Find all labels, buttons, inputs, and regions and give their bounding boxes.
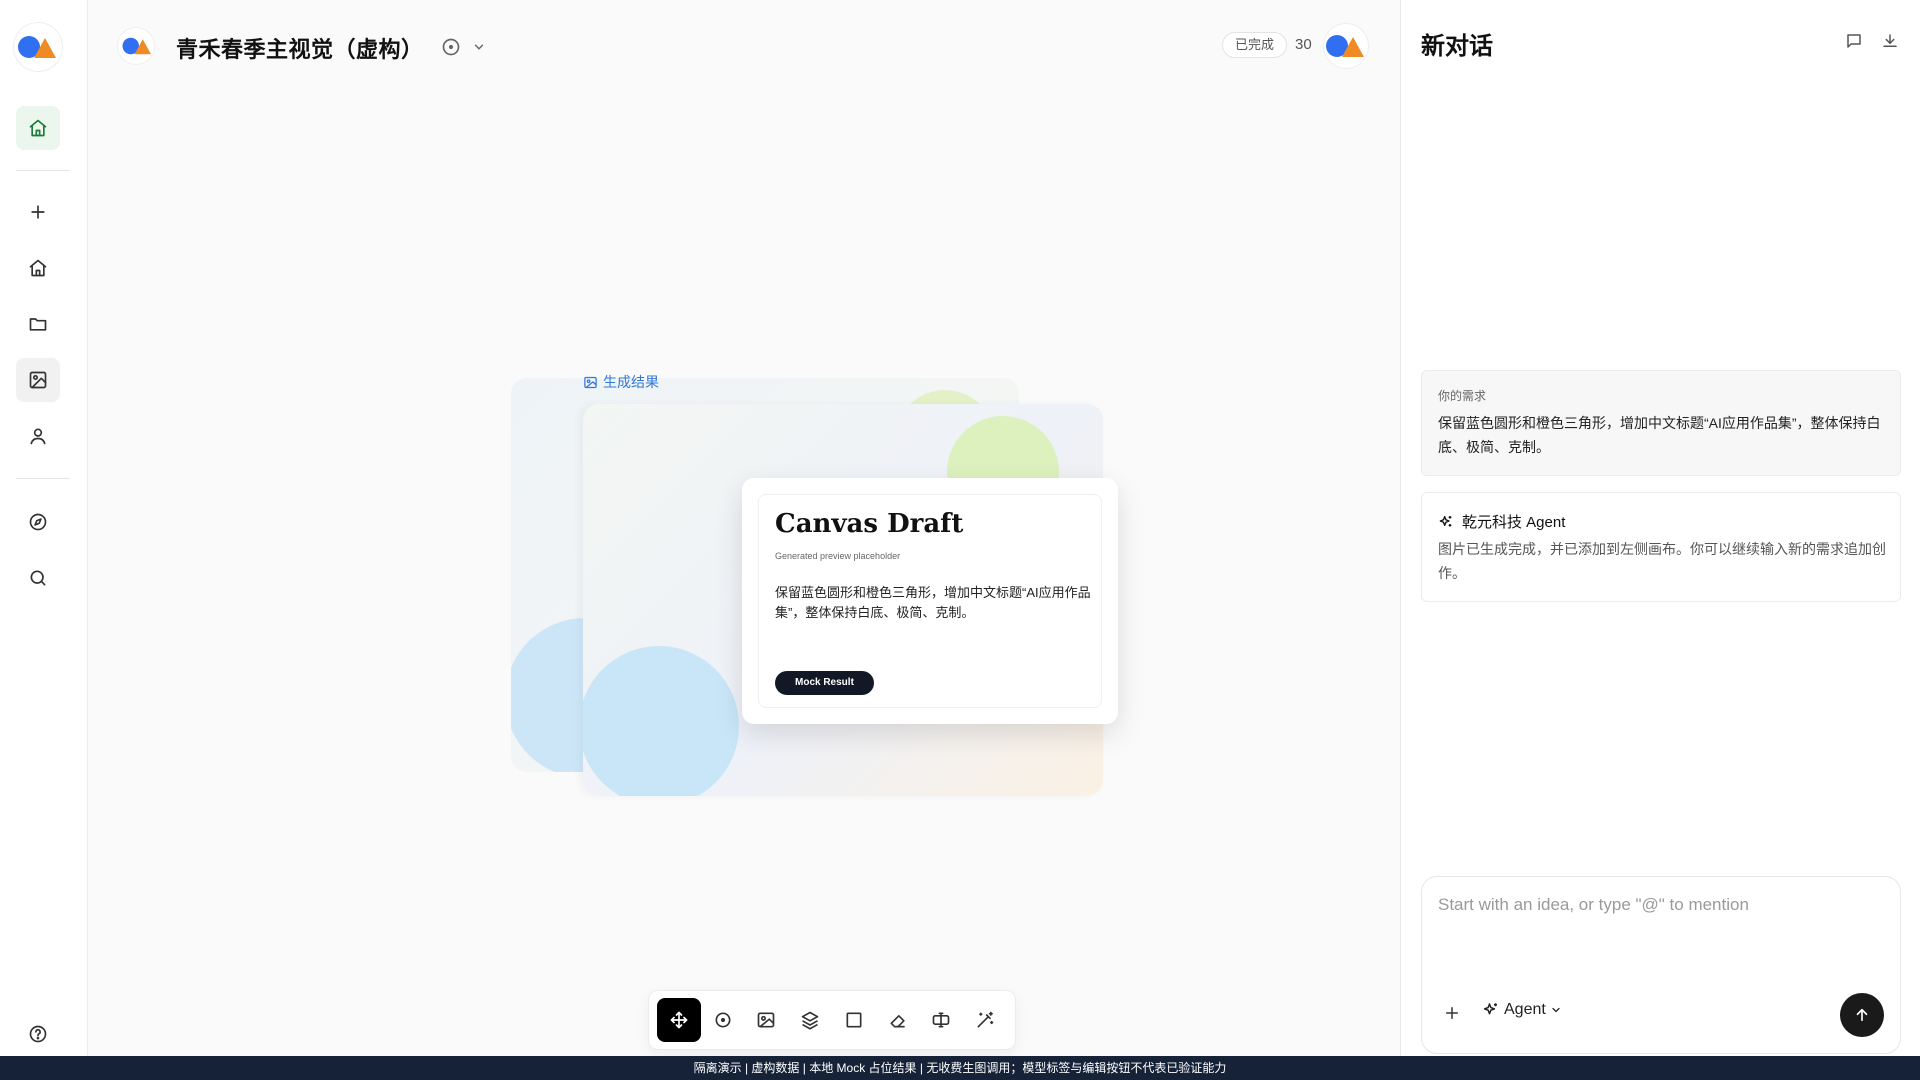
chevron-down-icon — [474, 44, 484, 50]
home-icon — [29, 259, 47, 277]
download-button[interactable] — [1877, 28, 1903, 54]
draft-card[interactable]: Canvas Draft Generated preview placehold… — [742, 478, 1118, 724]
image-icon — [758, 1012, 775, 1028]
logo-icon — [18, 35, 58, 59]
agent-mode-label: Agent — [1504, 1001, 1546, 1018]
agent-name: 乾元科技 Agent — [1438, 511, 1565, 532]
credit-count: 30 — [1295, 36, 1312, 53]
avatar[interactable] — [1324, 24, 1368, 68]
user-message: 你的需求 保留蓝色圆形和橙色三角形，增加中文标题“AI应用作品集”，整体保持白底… — [1421, 370, 1901, 476]
circle-dot-icon — [442, 38, 460, 56]
compass-icon — [29, 513, 47, 531]
draft-title: Canvas Draft — [775, 509, 964, 539]
chevron-down-icon — [1552, 1007, 1560, 1013]
rail-divider — [16, 478, 70, 479]
canvas-topbar: 青禾春季主视觉（虚构） 已完成 30 — [88, 0, 1400, 92]
logo-icon — [122, 37, 151, 55]
plus-icon — [31, 205, 45, 219]
help-icon — [29, 1025, 47, 1043]
sparkles-icon — [1483, 1003, 1497, 1015]
draft-card-inner: Canvas Draft Generated preview placehold… — [758, 494, 1102, 708]
sparkles-icon — [1439, 515, 1452, 527]
left-rail — [0, 0, 88, 1056]
generated-result-label[interactable]: 生成结果 — [583, 372, 659, 392]
draft-body: 保留蓝色圆形和橙色三角形，增加中文标题“AI应用作品集”，整体保持白底、极简、克… — [775, 585, 1091, 620]
eraser-tool[interactable] — [876, 998, 920, 1042]
project-menu-button[interactable] — [466, 34, 492, 60]
rail-files-button[interactable] — [16, 302, 60, 346]
plus-icon — [1446, 1007, 1458, 1019]
chat-title: 新对话 — [1421, 33, 1493, 60]
project-logo — [118, 28, 154, 64]
send-button[interactable] — [1840, 993, 1884, 1037]
rail-profile-button[interactable] — [16, 414, 60, 458]
home-icon — [29, 119, 47, 137]
status-badge: 已完成 — [1222, 32, 1288, 58]
canvas-toolbar — [648, 990, 1016, 1050]
project-info-button[interactable] — [438, 34, 464, 60]
arrow-up-icon — [1856, 1008, 1868, 1022]
layers-tool[interactable] — [788, 998, 832, 1042]
magic-tool[interactable] — [963, 998, 1007, 1042]
search-icon — [30, 570, 46, 586]
rail-explore-button[interactable] — [16, 500, 60, 544]
user-message-label: 你的需求 — [1438, 389, 1487, 403]
circle-dot-icon — [715, 1012, 731, 1028]
chat-input[interactable] — [1438, 895, 1878, 915]
image-tool[interactable] — [745, 998, 789, 1042]
square-icon — [846, 1012, 862, 1028]
chat-composer: Agent — [1421, 876, 1901, 1054]
eraser-icon — [890, 1015, 905, 1028]
draft-subtitle: Generated preview placeholder — [775, 551, 901, 561]
rail-help-button[interactable] — [16, 1012, 60, 1056]
blue-circle-shape — [583, 646, 739, 796]
folder-icon — [29, 318, 47, 331]
frame-tool[interactable] — [832, 998, 876, 1042]
message-square-icon — [1847, 34, 1861, 48]
user-message-text: 保留蓝色圆形和橙色三角形，增加中文标题“AI应用作品集”，整体保持白底、极简、克… — [1438, 415, 1881, 455]
magic-wand-icon — [977, 1011, 994, 1028]
project-title[interactable]: 青禾春季主视觉（虚构） — [176, 32, 424, 64]
select-tool[interactable] — [701, 998, 745, 1042]
generated-result-text: 生成结果 — [603, 374, 659, 390]
agent-name-text: 乾元科技 Agent — [1462, 514, 1566, 531]
move-tool[interactable] — [657, 998, 701, 1042]
agent-mode-select[interactable]: Agent — [1482, 1001, 1562, 1019]
move-icon — [670, 1011, 688, 1029]
text-cursor-icon — [933, 1012, 950, 1028]
rail-new-button[interactable] — [16, 190, 60, 234]
rail-divider — [16, 170, 70, 171]
image-icon — [584, 376, 597, 388]
logo-icon — [1326, 34, 1366, 58]
text-tool[interactable] — [920, 998, 964, 1042]
app-logo[interactable] — [14, 23, 62, 71]
rail-home-button[interactable] — [16, 106, 60, 150]
canvas-area[interactable]: 青禾春季主视觉（虚构） 已完成 30 生成结果 Canvas Draft Gen… — [88, 0, 1400, 1056]
layers-icon — [801, 1011, 819, 1030]
image-edit-icon — [29, 371, 47, 389]
download-icon — [1883, 34, 1897, 47]
agent-message-text: 图片已生成完成，并已添加到左侧画布。你可以继续输入新的需求追加创作。 — [1438, 541, 1886, 581]
rail-image-editor-button[interactable] — [16, 358, 60, 402]
chat-panel: 新对话 你的需求 保留蓝色圆形和橙色三角形，增加中文标题“AI应用作品集”，整体… — [1400, 0, 1920, 1056]
mock-result-button[interactable]: Mock Result — [775, 671, 874, 695]
user-icon — [30, 428, 46, 445]
attach-button[interactable] — [1440, 1001, 1464, 1025]
new-chat-button[interactable] — [1841, 28, 1867, 54]
rail-search-button[interactable] — [16, 556, 60, 600]
demo-disclaimer-banner: 隔离演示 | 虚构数据 | 本地 Mock 占位结果 | 无收费生图调用；模型标… — [0, 1056, 1920, 1080]
agent-message: 乾元科技 Agent 图片已生成完成，并已添加到左侧画布。你可以继续输入新的需求… — [1421, 492, 1901, 602]
rail-dashboard-button[interactable] — [16, 246, 60, 290]
